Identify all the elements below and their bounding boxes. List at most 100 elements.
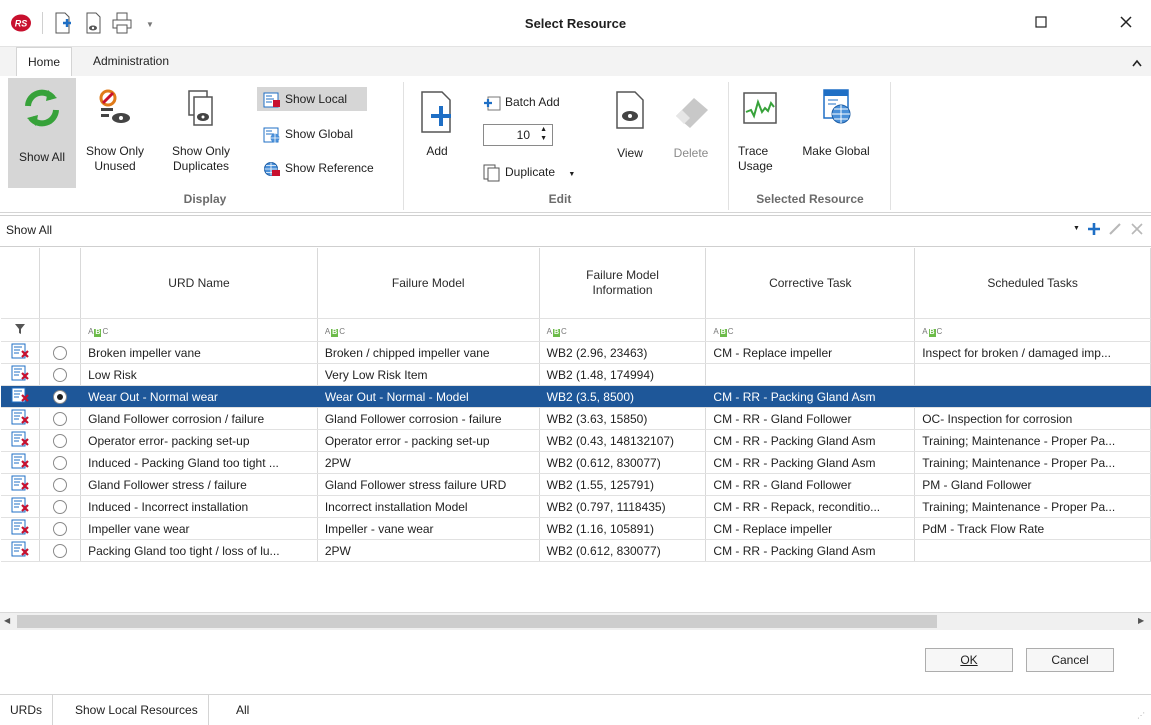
edit-filter-icon[interactable]	[1108, 221, 1122, 240]
row-select-radio[interactable]	[39, 363, 82, 386]
cell-scheduled-tasks[interactable]	[914, 363, 1151, 386]
cell-urd-name[interactable]: Low Risk	[80, 363, 318, 386]
cell-failure-model[interactable]: 2PW	[317, 451, 540, 474]
cell-scheduled-tasks[interactable]: Training; Maintenance - Proper Pa...	[914, 451, 1151, 474]
table-row[interactable]: Low Risk Very Low Risk Item WB2 (1.48, 174…	[1, 363, 1151, 386]
filter-cell-failure-model[interactable]: ABC	[317, 318, 540, 342]
radio-button[interactable]	[53, 389, 68, 404]
clear-filter-icon[interactable]	[1130, 221, 1144, 240]
cell-scheduled-tasks[interactable]: Training; Maintenance - Proper Pa...	[914, 495, 1151, 518]
cell-scheduled-tasks[interactable]	[914, 539, 1151, 562]
spinner-down-icon[interactable]: ▼	[540, 135, 547, 142]
show-global-button[interactable]: Show Global	[263, 122, 353, 146]
cell-failure-info[interactable]: WB2 (3.63, 15850)	[539, 407, 707, 430]
ok-button[interactable]: OK	[925, 648, 1013, 672]
cell-corrective-task[interactable]: CM - RR - Packing Gland Asm	[705, 385, 916, 408]
cell-urd-name[interactable]: Induced - Incorrect installation	[80, 495, 318, 518]
cell-urd-name[interactable]: Gland Follower corrosion / failure	[80, 407, 318, 430]
cell-urd-name[interactable]: Broken impeller vane	[80, 341, 318, 364]
cell-corrective-task[interactable]: CM - RR - Gland Follower	[705, 407, 916, 430]
tab-administration[interactable]: Administration	[82, 47, 180, 76]
row-select-radio[interactable]	[39, 495, 82, 518]
cell-failure-model[interactable]: Very Low Risk Item	[317, 363, 540, 386]
cell-failure-model[interactable]: 2PW	[317, 539, 540, 562]
filter-combo[interactable]: Show All	[6, 223, 52, 237]
tab-home[interactable]: Home	[16, 47, 73, 77]
table-row[interactable]: Induced - Packing Gland too tight ... 2PW…	[1, 451, 1151, 474]
cell-scheduled-tasks[interactable]: OC- Inspection for corrosion	[914, 407, 1151, 430]
make-global-button[interactable]: Make Global	[796, 78, 876, 159]
filter-cell-corrective-task[interactable]: ABC	[705, 318, 916, 342]
add-button[interactable]: Add	[412, 78, 462, 159]
filter-dropdown-icon[interactable]: ▼	[1073, 225, 1080, 232]
cell-failure-info[interactable]: WB2 (1.48, 174994)	[539, 363, 707, 386]
show-reference-button[interactable]: Show Reference	[263, 156, 374, 180]
cell-urd-name[interactable]: Gland Follower stress / failure	[80, 473, 318, 496]
radio-button[interactable]	[53, 521, 68, 536]
cell-failure-info[interactable]: WB2 (0.797, 1118435)	[539, 495, 707, 518]
show-all-button[interactable]: Show All	[8, 78, 76, 188]
horizontal-scrollbar[interactable]: ◀ ▶	[0, 612, 1151, 630]
cancel-button[interactable]: Cancel	[1026, 648, 1114, 672]
cell-corrective-task[interactable]: CM - RR - Gland Follower	[705, 473, 916, 496]
trace-usage-button[interactable]: Trace Usage	[738, 78, 782, 174]
row-select-radio[interactable]	[39, 407, 82, 430]
cell-scheduled-tasks[interactable]: Training; Maintenance - Proper Pa...	[914, 429, 1151, 452]
cell-failure-model[interactable]: Incorrect installation Model	[317, 495, 540, 518]
cell-urd-name[interactable]: Packing Gland too tight / loss of lu...	[80, 539, 318, 562]
close-button[interactable]	[1118, 14, 1134, 30]
radio-button[interactable]	[53, 433, 68, 448]
cell-corrective-task[interactable]: CM - RR - Repack, reconditio...	[705, 495, 916, 518]
radio-button[interactable]	[53, 543, 68, 558]
row-select-radio[interactable]	[39, 539, 82, 562]
cell-scheduled-tasks[interactable]: PdM - Track Flow Rate	[914, 517, 1151, 540]
row-select-radio[interactable]	[39, 517, 82, 540]
cell-failure-info[interactable]: WB2 (1.55, 125791)	[539, 473, 707, 496]
cell-failure-info[interactable]: WB2 (3.5, 8500)	[539, 385, 707, 408]
scrollbar-thumb[interactable]	[17, 615, 937, 628]
table-row[interactable]: Gland Follower stress / failure Gland Fol…	[1, 473, 1151, 496]
cell-failure-model[interactable]: Impeller - vane wear	[317, 517, 540, 540]
cell-urd-name[interactable]: Impeller vane wear	[80, 517, 318, 540]
cell-corrective-task[interactable]: CM - Replace impeller	[705, 341, 916, 364]
radio-button[interactable]	[53, 367, 68, 382]
radio-button[interactable]	[53, 477, 68, 492]
filter-funnel-icon[interactable]	[1, 318, 41, 342]
row-select-radio[interactable]	[39, 473, 82, 496]
cell-failure-info[interactable]: WB2 (0.612, 830077)	[539, 451, 707, 474]
cell-failure-info[interactable]: WB2 (0.612, 830077)	[539, 539, 707, 562]
row-select-radio[interactable]	[39, 385, 82, 408]
show-only-unused-button[interactable]: Show Only Unused	[84, 78, 146, 174]
column-header-scheduled-tasks[interactable]: Scheduled Tasks	[914, 248, 1151, 319]
radio-button[interactable]	[53, 345, 68, 360]
table-row[interactable]: Wear Out - Normal wear Wear Out - Normal …	[1, 385, 1151, 408]
cell-failure-info[interactable]: WB2 (1.16, 105891)	[539, 517, 707, 540]
cell-scheduled-tasks[interactable]	[914, 385, 1151, 408]
table-row[interactable]: Gland Follower corrosion / failure Gland …	[1, 407, 1151, 430]
table-row[interactable]: Impeller vane wear Impeller - vane wear WB…	[1, 517, 1151, 540]
table-row[interactable]: Induced - Incorrect installation Incorrec…	[1, 495, 1151, 518]
view-button[interactable]: View	[608, 78, 652, 161]
cell-failure-model[interactable]: Operator error - packing set-up	[317, 429, 540, 452]
table-row[interactable]: Packing Gland too tight / loss of lu... 2…	[1, 539, 1151, 562]
table-row[interactable]: Broken impeller vane Broken / chipped imp…	[1, 341, 1151, 364]
table-row[interactable]: Operator error- packing set-up Operator e…	[1, 429, 1151, 452]
cell-failure-info[interactable]: WB2 (2.96, 23463)	[539, 341, 707, 364]
cell-failure-model[interactable]: Wear Out - Normal - Model	[317, 385, 540, 408]
radio-button[interactable]	[53, 411, 68, 426]
add-filter-icon[interactable]	[1086, 220, 1102, 241]
radio-button[interactable]	[53, 455, 68, 470]
row-select-radio[interactable]	[39, 341, 82, 364]
column-header-urd-name[interactable]: URD Name	[80, 248, 318, 319]
column-header-corrective-task[interactable]: Corrective Task	[705, 248, 916, 319]
column-header-failure-model-information[interactable]: Failure Model Information	[539, 248, 707, 319]
cell-failure-model[interactable]: Broken / chipped impeller vane	[317, 341, 540, 364]
duplicate-button[interactable]: Duplicate ▼	[483, 160, 575, 184]
cell-failure-model[interactable]: Gland Follower corrosion - failure	[317, 407, 540, 430]
filter-cell-failure-info[interactable]: ABC	[539, 318, 707, 342]
scroll-right-icon[interactable]: ▶	[1138, 616, 1144, 625]
cell-corrective-task[interactable]	[705, 363, 916, 386]
row-select-radio[interactable]	[39, 451, 82, 474]
batch-add-button[interactable]: Batch Add	[483, 90, 560, 114]
show-local-button[interactable]: Show Local	[257, 87, 367, 111]
